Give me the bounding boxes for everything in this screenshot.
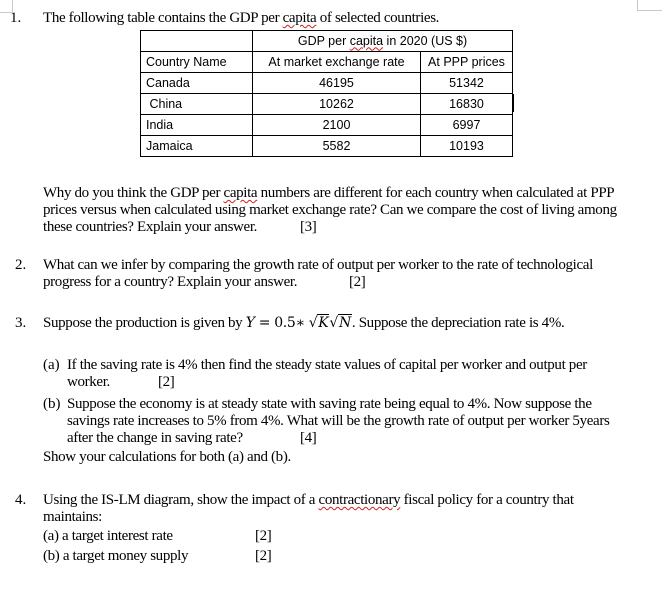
q3-text-end: . Suppose the depreciation rate is 4%.	[351, 315, 565, 331]
q4-text: Using the IS-LM diagram, show the impact…	[43, 492, 319, 508]
q1-marks: [3]	[300, 219, 317, 235]
table-row: Canada 46195 51342	[140, 72, 513, 94]
gdp-table: GDP per capita in 2020 (US $) Country Na…	[140, 30, 513, 157]
q4a-text: (a) a target interest rate	[43, 528, 173, 544]
page-corner-mark-top-right	[637, 0, 662, 11]
cell-country[interactable]: China	[140, 93, 253, 115]
table-header-row: Country Name At market exchange rate At …	[140, 51, 513, 73]
q1-para-line-2: prices versus when calculated using mark…	[43, 202, 617, 218]
q3b-line-1: Suppose the economy is at steady state w…	[67, 396, 592, 412]
q3b-line-2: savings rate increases to 5% from 4%. Wh…	[67, 413, 610, 429]
spellcheck-word[interactable]: capita	[283, 10, 317, 26]
table-row: Jamaica 5582 10193	[140, 135, 513, 157]
q4a-marks: [2]	[255, 528, 272, 544]
q1-intro-text-end: of selected countries.	[316, 10, 440, 26]
q3a-line-2: worker.	[67, 374, 110, 390]
q1-para-text: Why do you think the GDP per	[43, 185, 224, 201]
cell-market[interactable]: 2100	[252, 114, 421, 136]
q3a-label: (a)	[43, 357, 60, 373]
table-group-header-row: GDP per capita in 2020 (US $)	[140, 30, 513, 52]
q2-number: 2.	[15, 257, 27, 273]
q4-text-end: fiscal policy for a country that	[400, 492, 574, 508]
spellcheck-word[interactable]: contractionary	[319, 492, 401, 508]
q3b-label: (b)	[43, 396, 61, 412]
column-header-ppp[interactable]: At PPP prices	[420, 51, 513, 73]
production-formula: Y = 0.5∗ √K√N	[245, 314, 352, 332]
text-cursor	[512, 94, 514, 112]
cell-market[interactable]: 10262	[252, 93, 421, 115]
q1-number: 1.	[10, 10, 22, 26]
q1-para-text-end: numbers are different for each country w…	[257, 185, 615, 201]
q3b-marks: [4]	[300, 430, 317, 446]
q2-marks: [2]	[349, 274, 366, 290]
sqrt-icon: √	[329, 315, 338, 331]
column-header-market[interactable]: At market exchange rate	[252, 51, 421, 73]
cell-ppp[interactable]: 51342	[420, 72, 513, 94]
sqrt-icon: √	[308, 315, 318, 331]
cell-country[interactable]: Canada	[140, 72, 253, 94]
q4-line-1: Using the IS-LM diagram, show the impact…	[43, 492, 574, 509]
q3-number: 3.	[15, 315, 27, 331]
formula-coefficient: 0.5∗	[274, 315, 309, 331]
cell-country[interactable]: India	[140, 114, 253, 136]
q3-show-work: Show your calculations for both (a) and …	[43, 449, 291, 465]
q1-intro: The following table contains the GDP per…	[43, 10, 439, 27]
q1-para-line-3: these countries? Explain your answer.	[43, 219, 258, 235]
cell-market[interactable]: 46195	[252, 72, 421, 94]
spellcheck-word[interactable]: capita	[224, 185, 258, 201]
table-group-header[interactable]: GDP per capita in 2020 (US $)	[252, 30, 513, 52]
q4b-text: (b) a target money supply	[43, 548, 189, 564]
q2-line-1: What can we infer by comparing the growt…	[43, 257, 593, 273]
cell-ppp[interactable]: 16830	[420, 93, 513, 115]
formula-equals: =	[254, 315, 275, 331]
sqrt-k: √K	[308, 314, 330, 332]
q3a-line-1: If the saving rate is 4% then find the s…	[67, 357, 587, 373]
formula-y: Y	[245, 315, 255, 331]
group-header-text: GDP per	[297, 33, 350, 48]
q3b-line-3: after the change in saving rate?	[67, 430, 243, 446]
q4-number: 4.	[15, 492, 27, 508]
spellcheck-word[interactable]: capita	[350, 34, 383, 48]
q3-text: Suppose the production is given by	[43, 315, 246, 331]
group-header-text-end: in 2020 (US $)	[383, 33, 468, 48]
cell-ppp[interactable]: 6997	[420, 114, 513, 136]
table-row: China 10262 16830	[140, 93, 513, 115]
q4-line-2: maintains:	[43, 509, 102, 525]
cell-ppp[interactable]: 10193	[420, 135, 513, 157]
q2-line-2: progress for a country? Explain your ans…	[43, 274, 298, 290]
q4b-marks: [2]	[255, 548, 272, 564]
formula-n: N	[337, 314, 352, 331]
q1-intro-text: The following table contains the GDP per	[43, 10, 283, 26]
cell-market[interactable]: 5582	[252, 135, 421, 157]
table-row: India 2100 6997	[140, 114, 513, 136]
column-header-country[interactable]: Country Name	[140, 51, 253, 73]
table-empty-cell[interactable]	[140, 30, 253, 52]
cell-country[interactable]: Jamaica	[140, 135, 253, 157]
q3a-marks: [2]	[158, 374, 175, 390]
q3-line: Suppose the production is given by Y = 0…	[43, 314, 565, 332]
q1-para-line-1: Why do you think the GDP per capita numb…	[43, 185, 615, 202]
sqrt-n: √N	[329, 314, 352, 332]
formula-k: K	[317, 314, 330, 331]
